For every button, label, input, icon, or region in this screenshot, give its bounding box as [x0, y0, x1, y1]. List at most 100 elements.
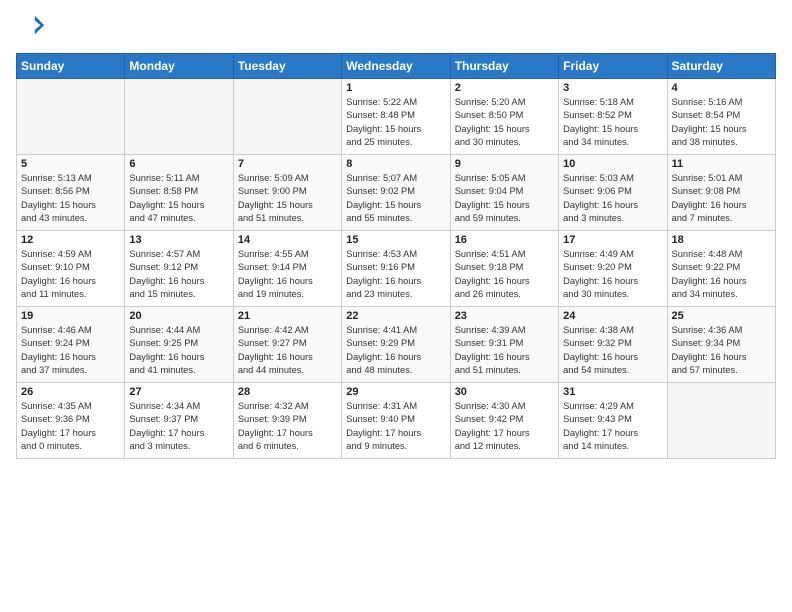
day-number: 20 — [129, 310, 228, 322]
calendar-cell: 9 Sunrise: 5:05 AM Sunset: 9:04 PM Daylig… — [450, 155, 558, 231]
header-day-tuesday: Tuesday — [233, 54, 341, 79]
header-day-thursday: Thursday — [450, 54, 558, 79]
day-info: Sunrise: 4:48 AM Sunset: 9:22 PM Dayligh… — [672, 248, 771, 302]
calendar-cell: 25 Sunrise: 4:36 AM Sunset: 9:34 PM Dayli… — [667, 307, 775, 383]
day-number: 22 — [346, 310, 445, 322]
week-row-1: 5Sunrise: 5:13 AM Sunset: 8:56 PM Daylig… — [17, 155, 776, 231]
calendar-cell: 19 Sunrise: 4:46 AM Sunset: 9:24 PM Dayli… — [17, 307, 125, 383]
calendar-cell: 7 Sunrise: 5:09 AM Sunset: 9:00 PM Daylig… — [233, 155, 341, 231]
header-day-saturday: Saturday — [667, 54, 775, 79]
day-info: Sunrise: 5:01 AM Sunset: 9:08 PM Dayligh… — [672, 172, 771, 226]
day-info: Sunrise: 5:13 AM Sunset: 8:56 PM Dayligh… — [21, 172, 120, 226]
day-info: Sunrise: 4:30 AM Sunset: 9:42 PM Dayligh… — [455, 400, 554, 454]
day-info: Sunrise: 5:03 AM Sunset: 9:06 PM Dayligh… — [563, 172, 662, 226]
week-row-2: 12 Sunrise: 4:59 AM Sunset: 9:10 PM Dayli… — [17, 231, 776, 307]
calendar-cell: 13 Sunrise: 4:57 AM Sunset: 9:12 PM Dayli… — [125, 231, 233, 307]
day-info: Sunrise: 4:39 AM Sunset: 9:31 PM Dayligh… — [455, 324, 554, 378]
day-info: Sunrise: 5:09 AM Sunset: 9:00 PM Dayligh… — [238, 172, 337, 226]
calendar-cell: 5Sunrise: 5:13 AM Sunset: 8:56 PM Daylig… — [17, 155, 125, 231]
day-info: Sunrise: 4:44 AM Sunset: 9:25 PM Dayligh… — [129, 324, 228, 378]
calendar-cell: 11 Sunrise: 5:01 AM Sunset: 9:08 PM Dayli… — [667, 155, 775, 231]
day-number: 11 — [672, 158, 771, 170]
day-info: Sunrise: 5:22 AM Sunset: 8:48 PM Dayligh… — [346, 96, 445, 150]
day-number: 18 — [672, 234, 771, 246]
day-number: 23 — [455, 310, 554, 322]
logo-icon — [18, 12, 46, 40]
day-info: Sunrise: 4:59 AM Sunset: 9:10 PM Dayligh… — [21, 248, 120, 302]
day-number: 16 — [455, 234, 554, 246]
day-info: Sunrise: 4:32 AM Sunset: 9:39 PM Dayligh… — [238, 400, 337, 454]
day-info: Sunrise: 4:41 AM Sunset: 9:29 PM Dayligh… — [346, 324, 445, 378]
calendar-cell: 22 Sunrise: 4:41 AM Sunset: 9:29 PM Dayli… — [342, 307, 450, 383]
day-number: 2 — [455, 82, 554, 94]
calendar-cell: 4 Sunrise: 5:16 AM Sunset: 8:54 PM Daylig… — [667, 79, 775, 155]
day-number: 8 — [346, 158, 445, 170]
week-row-3: 19 Sunrise: 4:46 AM Sunset: 9:24 PM Dayli… — [17, 307, 776, 383]
header-row: SundayMondayTuesdayWednesdayThursdayFrid… — [17, 54, 776, 79]
day-info: Sunrise: 5:18 AM Sunset: 8:52 PM Dayligh… — [563, 96, 662, 150]
calendar-cell: 30Sunrise: 4:30 AM Sunset: 9:42 PM Dayli… — [450, 383, 558, 459]
day-number: 31 — [563, 386, 662, 398]
calendar-cell: 6 Sunrise: 5:11 AM Sunset: 8:58 PM Daylig… — [125, 155, 233, 231]
day-info: Sunrise: 4:38 AM Sunset: 9:32 PM Dayligh… — [563, 324, 662, 378]
calendar-cell: 20 Sunrise: 4:44 AM Sunset: 9:25 PM Dayli… — [125, 307, 233, 383]
day-number: 7 — [238, 158, 337, 170]
calendar-cell: 8 Sunrise: 5:07 AM Sunset: 9:02 PM Daylig… — [342, 155, 450, 231]
calendar-cell: 27 Sunrise: 4:34 AM Sunset: 9:37 PM Dayli… — [125, 383, 233, 459]
week-row-0: 1 Sunrise: 5:22 AM Sunset: 8:48 PM Daylig… — [17, 79, 776, 155]
calendar-cell — [667, 383, 775, 459]
week-row-4: 26Sunrise: 4:35 AM Sunset: 9:36 PM Dayli… — [17, 383, 776, 459]
day-info: Sunrise: 5:11 AM Sunset: 8:58 PM Dayligh… — [129, 172, 228, 226]
calendar-cell: 18 Sunrise: 4:48 AM Sunset: 9:22 PM Dayli… — [667, 231, 775, 307]
calendar-cell: 2 Sunrise: 5:20 AM Sunset: 8:50 PM Daylig… — [450, 79, 558, 155]
calendar-cell: 24 Sunrise: 4:38 AM Sunset: 9:32 PM Dayli… — [559, 307, 667, 383]
day-info: Sunrise: 5:16 AM Sunset: 8:54 PM Dayligh… — [672, 96, 771, 150]
logo — [16, 12, 46, 45]
day-number: 6 — [129, 158, 228, 170]
calendar-cell: 31 Sunrise: 4:29 AM Sunset: 9:43 PM Dayli… — [559, 383, 667, 459]
day-number: 25 — [672, 310, 771, 322]
day-info: Sunrise: 4:31 AM Sunset: 9:40 PM Dayligh… — [346, 400, 445, 454]
day-info: Sunrise: 4:57 AM Sunset: 9:12 PM Dayligh… — [129, 248, 228, 302]
calendar-table: SundayMondayTuesdayWednesdayThursdayFrid… — [16, 53, 776, 459]
day-info: Sunrise: 4:35 AM Sunset: 9:36 PM Dayligh… — [21, 400, 120, 454]
day-number: 1 — [346, 82, 445, 94]
day-info: Sunrise: 4:34 AM Sunset: 9:37 PM Dayligh… — [129, 400, 228, 454]
day-info: Sunrise: 4:42 AM Sunset: 9:27 PM Dayligh… — [238, 324, 337, 378]
calendar-cell: 21 Sunrise: 4:42 AM Sunset: 9:27 PM Dayli… — [233, 307, 341, 383]
day-number: 19 — [21, 310, 120, 322]
day-number: 28 — [238, 386, 337, 398]
header-day-monday: Monday — [125, 54, 233, 79]
calendar-cell: 23 Sunrise: 4:39 AM Sunset: 9:31 PM Dayli… — [450, 307, 558, 383]
day-number: 21 — [238, 310, 337, 322]
calendar-cell: 12 Sunrise: 4:59 AM Sunset: 9:10 PM Dayli… — [17, 231, 125, 307]
day-number: 12 — [21, 234, 120, 246]
day-number: 14 — [238, 234, 337, 246]
calendar-cell: 1 Sunrise: 5:22 AM Sunset: 8:48 PM Daylig… — [342, 79, 450, 155]
day-info: Sunrise: 4:29 AM Sunset: 9:43 PM Dayligh… — [563, 400, 662, 454]
calendar-cell: 10Sunrise: 5:03 AM Sunset: 9:06 PM Dayli… — [559, 155, 667, 231]
day-info: Sunrise: 4:55 AM Sunset: 9:14 PM Dayligh… — [238, 248, 337, 302]
day-number: 15 — [346, 234, 445, 246]
day-info: Sunrise: 4:51 AM Sunset: 9:18 PM Dayligh… — [455, 248, 554, 302]
day-info: Sunrise: 5:07 AM Sunset: 9:02 PM Dayligh… — [346, 172, 445, 226]
day-number: 27 — [129, 386, 228, 398]
page: SundayMondayTuesdayWednesdayThursdayFrid… — [0, 0, 792, 612]
day-info: Sunrise: 4:36 AM Sunset: 9:34 PM Dayligh… — [672, 324, 771, 378]
day-info: Sunrise: 5:05 AM Sunset: 9:04 PM Dayligh… — [455, 172, 554, 226]
day-number: 4 — [672, 82, 771, 94]
day-number: 13 — [129, 234, 228, 246]
day-number: 24 — [563, 310, 662, 322]
day-info: Sunrise: 5:20 AM Sunset: 8:50 PM Dayligh… — [455, 96, 554, 150]
calendar-cell: 29Sunrise: 4:31 AM Sunset: 9:40 PM Dayli… — [342, 383, 450, 459]
calendar-header: SundayMondayTuesdayWednesdayThursdayFrid… — [17, 54, 776, 79]
day-number: 9 — [455, 158, 554, 170]
day-number: 3 — [563, 82, 662, 94]
header-day-sunday: Sunday — [17, 54, 125, 79]
header-day-wednesday: Wednesday — [342, 54, 450, 79]
header-day-friday: Friday — [559, 54, 667, 79]
calendar-cell: 15Sunrise: 4:53 AM Sunset: 9:16 PM Dayli… — [342, 231, 450, 307]
day-info: Sunrise: 4:46 AM Sunset: 9:24 PM Dayligh… — [21, 324, 120, 378]
calendar-cell — [17, 79, 125, 155]
calendar-cell: 17Sunrise: 4:49 AM Sunset: 9:20 PM Dayli… — [559, 231, 667, 307]
